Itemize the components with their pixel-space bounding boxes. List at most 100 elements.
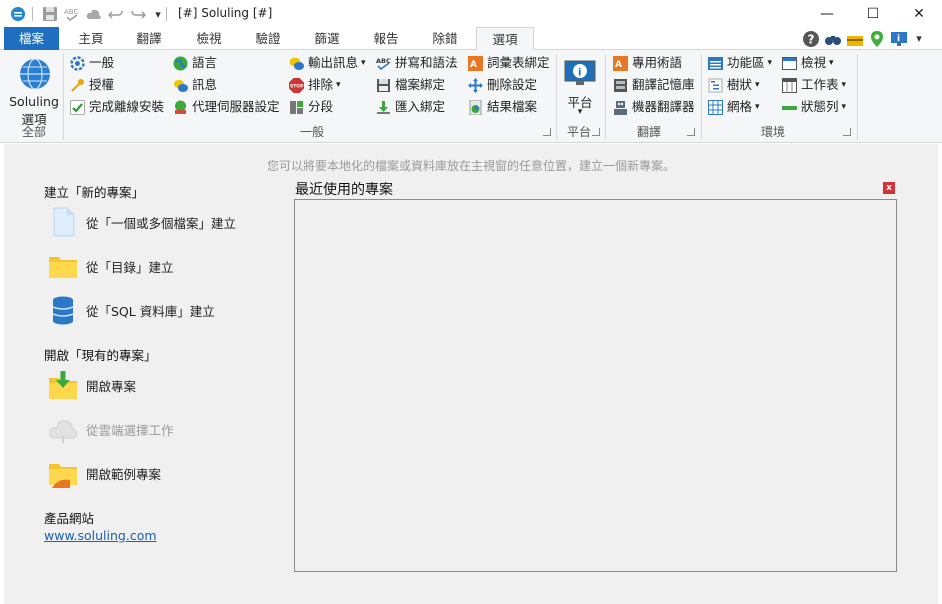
general-button[interactable]: 一般 bbox=[70, 54, 114, 72]
create-from-sql-database-link[interactable]: 從「SQL 資料庫」建立 bbox=[48, 293, 215, 327]
sheet-settings-button[interactable]: 工作表 ▾ bbox=[782, 76, 846, 94]
glossary-binding-button[interactable]: A 詞彙表綁定 bbox=[468, 54, 550, 72]
group-general-launcher-icon[interactable] bbox=[543, 128, 551, 136]
file-binding-button[interactable]: 檔案綁定 bbox=[376, 76, 445, 94]
license-label: 授權 bbox=[89, 77, 115, 92]
globe-small-icon bbox=[173, 56, 188, 71]
group-environment-launcher-icon[interactable] bbox=[843, 128, 851, 136]
language-label: 語言 bbox=[192, 55, 218, 70]
binoculars-icon[interactable] bbox=[824, 30, 842, 48]
terminology-button[interactable]: A 專用術語 bbox=[613, 54, 682, 72]
spelling-grammar-button[interactable]: ABC 拼寫和語法 bbox=[376, 54, 458, 72]
exclude-button[interactable]: STOP 排除 ▾ bbox=[289, 76, 341, 94]
delete-settings-button[interactable]: 刪除設定 bbox=[468, 76, 537, 94]
tab-translate[interactable]: 翻譯 bbox=[122, 27, 176, 50]
segmentation-button[interactable]: 分段 bbox=[289, 98, 333, 116]
tab-debug[interactable]: 除錯 bbox=[418, 27, 472, 50]
translation-memory-button[interactable]: 翻譯記憶庫 bbox=[613, 76, 695, 94]
group-translate-launcher-icon[interactable] bbox=[687, 128, 695, 136]
tab-report[interactable]: 報告 bbox=[358, 27, 414, 50]
group-general-label: 一般 bbox=[299, 125, 324, 139]
create-from-sql-database-label: 從「SQL 資料庫」建立 bbox=[86, 303, 215, 319]
proxy-settings-button[interactable]: 代理伺服器設定 bbox=[173, 98, 280, 116]
glossary-icon: A bbox=[468, 55, 483, 71]
proxy-settings-label: 代理伺服器設定 bbox=[192, 99, 280, 114]
soluling-logo-icon[interactable] bbox=[10, 6, 26, 22]
view-settings-button[interactable]: 檢視 ▾ bbox=[782, 54, 834, 72]
output-messages-button[interactable]: 輸出訊息 ▾ bbox=[289, 54, 366, 72]
location-icon[interactable] bbox=[868, 30, 886, 48]
tab-options[interactable]: 選項 bbox=[476, 27, 534, 51]
import-icon bbox=[376, 100, 391, 115]
platform-button[interactable]: i 平台 ▾ bbox=[560, 56, 600, 122]
output-messages-label: 輸出訊息 bbox=[308, 55, 359, 70]
open-sample-project-link[interactable]: 開啟範例專案 bbox=[48, 456, 161, 490]
messages-button[interactable]: 訊息 bbox=[173, 76, 217, 94]
group-separator bbox=[605, 54, 606, 140]
ribbon-settings-button[interactable]: 功能區 ▾ bbox=[708, 54, 772, 72]
save-icon[interactable] bbox=[42, 6, 58, 22]
maximize-button[interactable]: ☐ bbox=[850, 0, 896, 27]
drop-hint: 您可以將要本地化的檔案或資料庫放在主視窗的任意位置，建立一個新專案。 bbox=[266, 159, 675, 173]
gear-icon bbox=[70, 55, 85, 71]
toolbox-icon[interactable] bbox=[846, 30, 864, 48]
minimize-button[interactable]: — bbox=[804, 0, 850, 27]
language-button[interactable]: 語言 bbox=[173, 54, 217, 72]
tab-file[interactable]: 檔案 bbox=[4, 27, 59, 50]
recent-projects-list[interactable] bbox=[294, 199, 897, 572]
tree-settings-label: 樹狀 bbox=[727, 77, 753, 92]
import-binding-button[interactable]: 匯入綁定 bbox=[376, 98, 445, 116]
status-bar-icon bbox=[782, 100, 797, 115]
grid-icon bbox=[708, 99, 723, 115]
website-link[interactable]: www.soluling.com bbox=[44, 528, 157, 543]
database-icon bbox=[48, 295, 78, 325]
view-settings-label: 檢視 bbox=[801, 55, 827, 70]
network-globe-icon bbox=[173, 100, 188, 115]
close-recent-icon[interactable]: x bbox=[883, 182, 895, 194]
create-from-files-link[interactable]: 從「一個或多個檔案」建立 bbox=[48, 205, 236, 239]
terminology-label: 專用術語 bbox=[632, 55, 683, 70]
chevron-down-icon: ▾ bbox=[829, 58, 834, 68]
tab-home[interactable]: 主頁 bbox=[64, 27, 118, 50]
tab-view[interactable]: 檢視 bbox=[182, 27, 236, 50]
create-project-header: 建立「新的專案」 bbox=[44, 185, 145, 200]
close-button[interactable]: ✕ bbox=[896, 0, 942, 27]
ribbon-icon bbox=[708, 56, 723, 71]
tree-settings-button[interactable]: 樹狀 ▾ bbox=[708, 76, 760, 94]
chevron-down-icon: ▾ bbox=[841, 102, 847, 112]
complete-offline-install-button[interactable]: 完成離線安裝 bbox=[70, 98, 164, 116]
undo-icon[interactable] bbox=[108, 6, 124, 22]
sample-folder-icon bbox=[48, 458, 78, 488]
cloud-icon[interactable] bbox=[86, 6, 102, 22]
license-button[interactable]: 授權 bbox=[70, 76, 114, 94]
status-bar-settings-button[interactable]: 狀態列 ▾ bbox=[782, 98, 846, 116]
machine-translator-button[interactable]: 機器翻譯器 bbox=[613, 98, 695, 116]
redo-icon[interactable] bbox=[130, 6, 146, 22]
ribbon-options-dropdown-icon[interactable]: ▾ bbox=[910, 30, 928, 48]
select-cloud-task-link[interactable]: 從雲端選擇工作 bbox=[48, 412, 174, 446]
checkbox-checked-icon bbox=[70, 99, 85, 115]
svg-text:A: A bbox=[615, 60, 622, 70]
messages-label: 訊息 bbox=[192, 77, 218, 92]
create-from-directory-link[interactable]: 從「目錄」建立 bbox=[48, 249, 174, 283]
group-separator bbox=[63, 54, 64, 140]
title-bar: ABC ▾ [#] Soluling [#] — ☐ ✕ bbox=[0, 0, 942, 27]
group-platform-launcher-icon[interactable] bbox=[592, 128, 600, 136]
translation-memory-label: 翻譯記憶庫 bbox=[632, 77, 695, 92]
open-project-link[interactable]: 開啟專案 bbox=[48, 368, 136, 402]
glossary-binding-label: 詞彙表綁定 bbox=[487, 55, 550, 70]
info-monitor-icon[interactable]: i bbox=[890, 30, 908, 48]
spell-check-icon[interactable]: ABC bbox=[64, 6, 80, 22]
result-files-button[interactable]: 結果檔案 bbox=[468, 98, 537, 116]
soluling-options-label-1: Soluling bbox=[9, 94, 59, 109]
terminology-icon: A bbox=[613, 55, 628, 71]
help-icon[interactable]: ? bbox=[802, 30, 820, 48]
group-separator bbox=[701, 54, 702, 140]
tab-validate[interactable]: 驗證 bbox=[240, 27, 296, 50]
tab-filter[interactable]: 篩選 bbox=[300, 27, 354, 50]
soluling-options-button[interactable]: Soluling 選項 bbox=[8, 54, 60, 127]
exclude-label: 排除 bbox=[308, 77, 334, 92]
group-environment-label: 環境 bbox=[760, 125, 785, 139]
grid-settings-button[interactable]: 網格 ▾ bbox=[708, 98, 760, 116]
svg-text:i: i bbox=[578, 68, 581, 79]
